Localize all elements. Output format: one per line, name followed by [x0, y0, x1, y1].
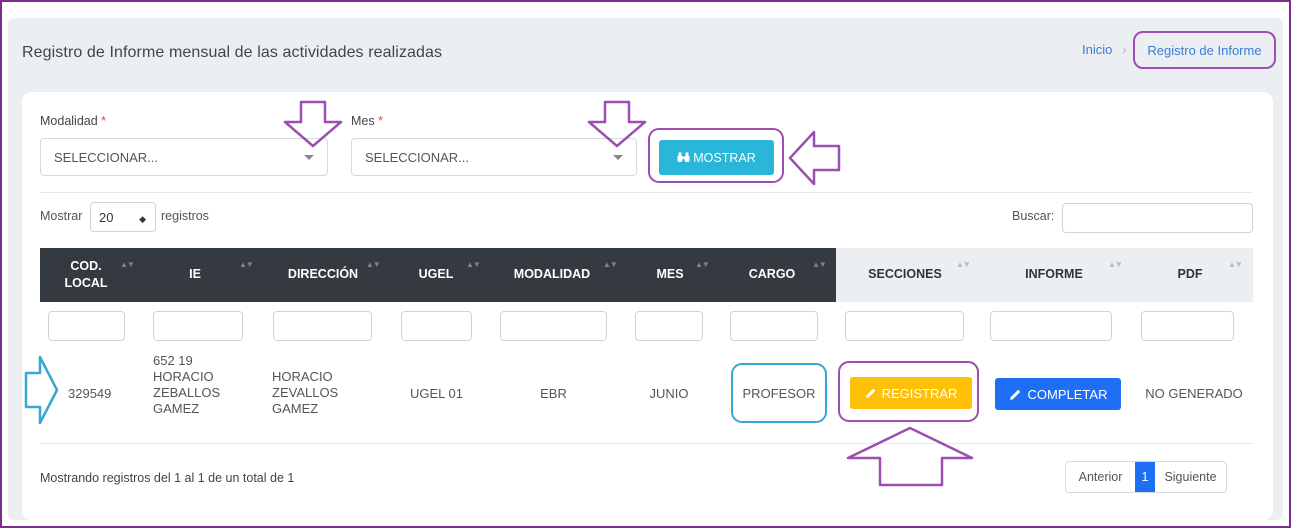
arrow-down-icon: [587, 100, 647, 148]
breadcrumb-current-link[interactable]: Registro de Informe: [1133, 31, 1276, 69]
filter-input-ie[interactable]: [153, 311, 243, 341]
filter-input-secciones[interactable]: [845, 311, 964, 341]
column-header-ie[interactable]: IE: [175, 266, 215, 283]
cell-pdf-status: NO GENERADO: [1145, 386, 1243, 401]
cell-mes: JUNIO: [649, 386, 689, 401]
sort-icon: ▲▼: [239, 260, 254, 269]
filter-input-modalidad[interactable]: [500, 311, 607, 341]
filter-input-ugel[interactable]: [401, 311, 472, 341]
binoculars-icon: [677, 152, 690, 162]
cell-ugel: UGEL 01: [410, 386, 463, 401]
filter-input-informe[interactable]: [990, 311, 1112, 341]
breadcrumb-home-link[interactable]: Inicio: [1082, 42, 1112, 57]
pagination: Anterior 1 Siguiente: [1065, 461, 1227, 493]
pagination-page-current[interactable]: 1: [1135, 462, 1155, 492]
column-header-secciones[interactable]: SECCIONES: [857, 266, 953, 283]
filter-input-pdf[interactable]: [1141, 311, 1234, 341]
pagination-previous[interactable]: Anterior: [1066, 462, 1135, 492]
arrow-down-icon: [283, 100, 343, 148]
column-header-informe[interactable]: INFORME: [1015, 266, 1093, 283]
filters-divider: [40, 192, 1253, 193]
pencil-icon: [865, 388, 875, 398]
page-title: Registro de Informe mensual de las activ…: [22, 44, 443, 61]
column-header-pdf[interactable]: PDF: [1170, 266, 1210, 283]
sort-icon: ▲▼: [1228, 260, 1243, 269]
arrow-up-icon: [846, 426, 974, 487]
modalidad-label: Modalidad *: [40, 114, 107, 128]
required-mark: *: [378, 114, 383, 128]
length-suffix: registros: [161, 209, 209, 223]
column-header-ugel[interactable]: UGEL: [410, 266, 462, 283]
filter-input-mes[interactable]: [635, 311, 703, 341]
sort-icon: ▲▼: [695, 260, 710, 269]
filter-input-cargo[interactable]: [730, 311, 818, 341]
completar-button[interactable]: COMPLETAR: [995, 378, 1121, 410]
cell-modalidad: EBR: [540, 386, 567, 401]
column-header-direccion[interactable]: DIRECCIÓN: [280, 266, 366, 283]
breadcrumb-separator: ›: [1122, 41, 1127, 57]
arrow-left-icon: [788, 130, 841, 186]
sort-icon: ▲▼: [603, 260, 618, 269]
length-prefix: Mostrar: [40, 209, 83, 223]
filter-input-direccion[interactable]: [273, 311, 372, 341]
search-label: Buscar:: [1012, 209, 1055, 223]
column-header-cod-local[interactable]: COD. LOCAL: [60, 258, 112, 292]
column-header-cargo[interactable]: CARGO: [740, 266, 804, 283]
cell-direccion: HORACIO ZEVALLOS GAMEZ: [272, 369, 339, 416]
column-header-mes[interactable]: MES: [650, 266, 690, 283]
registrar-button[interactable]: REGISTRAR: [850, 377, 972, 409]
sort-icon: ▲▼: [956, 260, 971, 269]
row-divider: [40, 443, 1253, 444]
records-info: Mostrando registros del 1 al 1 de un tot…: [40, 471, 295, 485]
sort-icon: ▲▼: [466, 260, 481, 269]
filter-input-cod-local[interactable]: [48, 311, 125, 341]
pencil-icon: [1009, 389, 1020, 400]
column-header-modalidad[interactable]: MODALIDAD: [503, 266, 601, 283]
cell-ie: 652 19 HORACIO ZEBALLOS GAMEZ: [153, 353, 221, 416]
sort-icon: ▲▼: [812, 260, 827, 269]
cell-cargo: PROFESOR: [731, 363, 827, 423]
arrow-right-icon: [24, 355, 59, 425]
caret-down-icon: [613, 155, 623, 160]
required-mark: *: [101, 114, 107, 128]
mostrar-button[interactable]: MOSTRAR: [659, 140, 774, 175]
sort-icon: ▲▼: [366, 260, 381, 269]
search-input[interactable]: [1062, 203, 1253, 233]
caret-down-icon: [304, 155, 314, 160]
page-length-select[interactable]: 20 ◆: [90, 202, 156, 232]
sort-icon: ▲▼: [120, 260, 135, 269]
sort-toggle-icon: ◆: [139, 214, 146, 224]
mes-label: Mes *: [351, 114, 383, 128]
sort-icon: ▲▼: [1108, 260, 1123, 269]
pagination-next[interactable]: Siguiente: [1155, 462, 1226, 492]
cell-cod-local: 329549: [68, 386, 112, 401]
